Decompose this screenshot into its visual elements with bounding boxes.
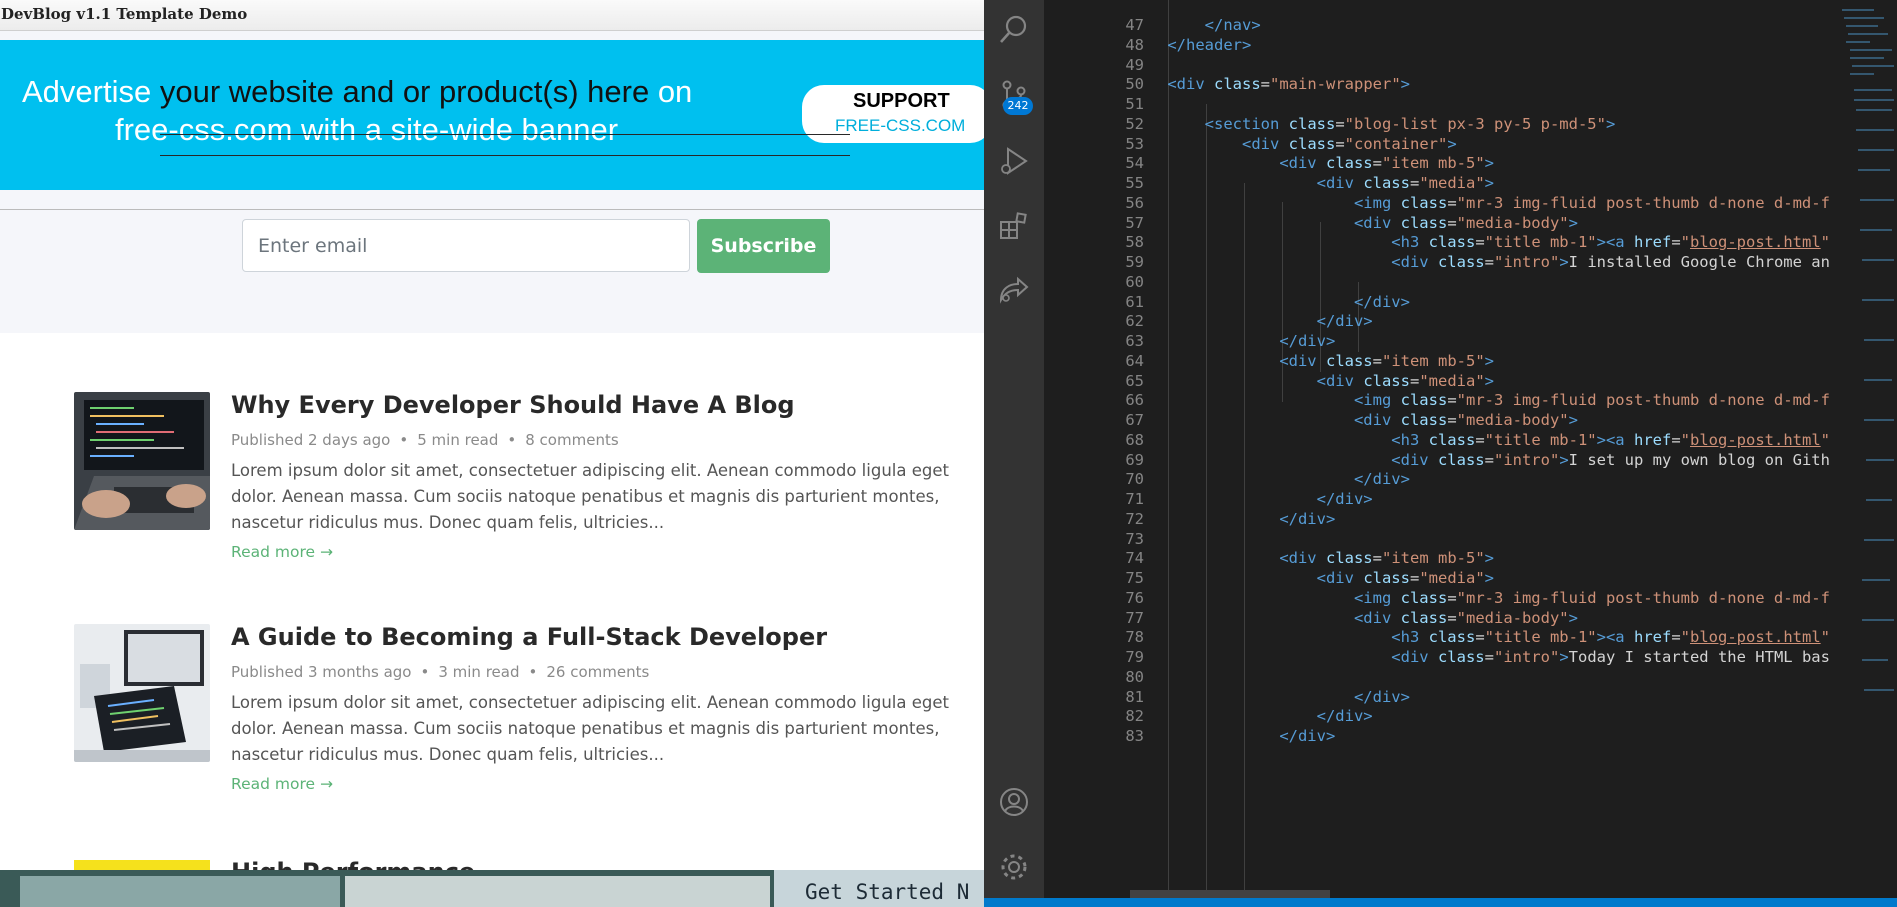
code-line: </div> xyxy=(1316,312,1373,331)
code-line: <div class="media-body"> xyxy=(1353,411,1578,429)
code-line: <img class="mr-3 img-fluid post-thumb d-… xyxy=(1353,391,1830,410)
ad-banner-line-1: Advertise your website and or product(s)… xyxy=(22,74,693,109)
post-comments[interactable]: 8 comments xyxy=(525,431,618,449)
email-input[interactable] xyxy=(242,219,690,272)
run-debug-icon[interactable] xyxy=(998,145,1030,177)
post-intro: Lorem ipsum dolor sit amet, consectetuer… xyxy=(231,693,949,764)
taskbar-thumbnail[interactable] xyxy=(20,876,340,907)
post-title[interactable]: A Guide to Becoming a Full-Stack Develop… xyxy=(231,623,827,651)
code-line: <div class="container"> xyxy=(1241,134,1457,153)
page-title: DevBlog v1.1 Template Demo xyxy=(1,5,248,23)
code-line: </div> xyxy=(1279,727,1336,745)
code-line: <h3 class="title mb-1"><a href="blog-pos… xyxy=(1391,628,1830,647)
code-line: <div class="item mb-5"> xyxy=(1279,351,1494,370)
extensions-icon[interactable] xyxy=(998,210,1030,242)
browser-window: DevBlog v1.1 Template Demo Advertise you… xyxy=(0,0,984,870)
post-intro: Lorem ipsum dolor sit amet, consectetuer… xyxy=(231,461,949,532)
code-line: <div class="intro">I set up my own blog … xyxy=(1391,450,1830,469)
post-meta: Published 3 months ago • 3 min read • 26 com… xyxy=(231,663,650,681)
taskbar-text: Get Started N xyxy=(805,880,970,904)
code-line: </nav> xyxy=(1204,16,1261,34)
code-line: <div class="intro">I installed Google Ch… xyxy=(1391,253,1830,271)
support-site: FREE-CSS.COM xyxy=(835,116,966,135)
code-line: <div class="item mb-5"> xyxy=(1279,154,1494,173)
post-thumbnail-partial[interactable] xyxy=(74,860,210,870)
read-more-link[interactable]: Read more → xyxy=(231,775,333,793)
status-bar xyxy=(984,898,1897,907)
activity-bar: 242 xyxy=(984,0,1044,907)
code-line: </div> xyxy=(1353,292,1410,311)
code-line: <div class="intro">Today I started the H… xyxy=(1391,648,1830,666)
code-line: </div> xyxy=(1316,707,1373,726)
code-line: </div> xyxy=(1279,332,1336,350)
divider xyxy=(0,209,984,210)
support-title: SUPPORT xyxy=(853,90,950,112)
settings-gear-icon[interactable] xyxy=(998,851,1030,883)
code-line: <img class="mr-3 img-fluid post-thumb d-… xyxy=(1353,588,1830,607)
post-thumbnail-laptop-desk[interactable] xyxy=(74,624,210,762)
source-control-badge: 242 xyxy=(1003,97,1033,115)
code-line: <div class="media"> xyxy=(1316,174,1494,192)
code-line: <h3 class="title mb-1"><a href="blog-pos… xyxy=(1391,233,1830,252)
code-line: <div class="main-wrapper"> xyxy=(1167,75,1411,94)
code-line: </div> xyxy=(1279,509,1336,528)
code-area[interactable]: </nav> </header> <div class="main-wrappe… xyxy=(1130,0,1850,907)
post-title-partial[interactable]: High Performance JavaScript xyxy=(231,858,591,870)
search-icon[interactable] xyxy=(998,14,1030,46)
code-line: <div class="media"> xyxy=(1316,371,1494,390)
code-line: <h3 class="title mb-1"><a href="blog-pos… xyxy=(1391,430,1830,449)
taskbar-thumbnail[interactable] xyxy=(345,876,770,907)
code-line: <img class="mr-3 img-fluid post-thumb d-… xyxy=(1353,193,1830,212)
code-line: <div class="media"> xyxy=(1316,569,1494,587)
post-title[interactable]: Why Every Developer Should Have A Blog xyxy=(231,391,795,419)
line-numbers: 47 48 49 50 51 52 53 54 55 56 57 58 59 60 61 62 63 64 65 66… xyxy=(1044,0,1144,907)
code-line: <div class="media-body"> xyxy=(1353,213,1578,232)
post-read-time: 3 min read xyxy=(438,663,520,681)
post-read-time: 5 min read xyxy=(417,431,499,449)
read-more-link[interactable]: Read more → xyxy=(231,543,333,561)
code-line: </header> xyxy=(1167,35,1252,54)
post-meta: Published 2 days ago • 5 min read • 8 commen… xyxy=(231,431,619,449)
code-line: <section class="blog-list px-3 py-5 p-md… xyxy=(1204,114,1616,133)
code-line: </div> xyxy=(1316,490,1373,508)
post-comments[interactable]: 26 comments xyxy=(546,663,649,681)
post-published: Published 3 months ago xyxy=(231,663,412,681)
code-line: </div> xyxy=(1353,687,1410,706)
account-icon[interactable] xyxy=(998,786,1030,818)
code-line: <div class="media-body"> xyxy=(1353,608,1578,627)
post-thumbnail-laptop-code[interactable] xyxy=(74,392,210,530)
code-line: <div class="item mb-5"> xyxy=(1279,549,1494,568)
code-line: </div> xyxy=(1353,470,1410,489)
current-line-highlight xyxy=(160,134,850,156)
post-published: Published 2 days ago xyxy=(231,431,391,449)
horizontal-scrollbar[interactable] xyxy=(1130,890,1330,898)
remote-explorer-icon[interactable] xyxy=(998,274,1030,306)
subscribe-button[interactable]: Subscribe xyxy=(697,219,830,273)
